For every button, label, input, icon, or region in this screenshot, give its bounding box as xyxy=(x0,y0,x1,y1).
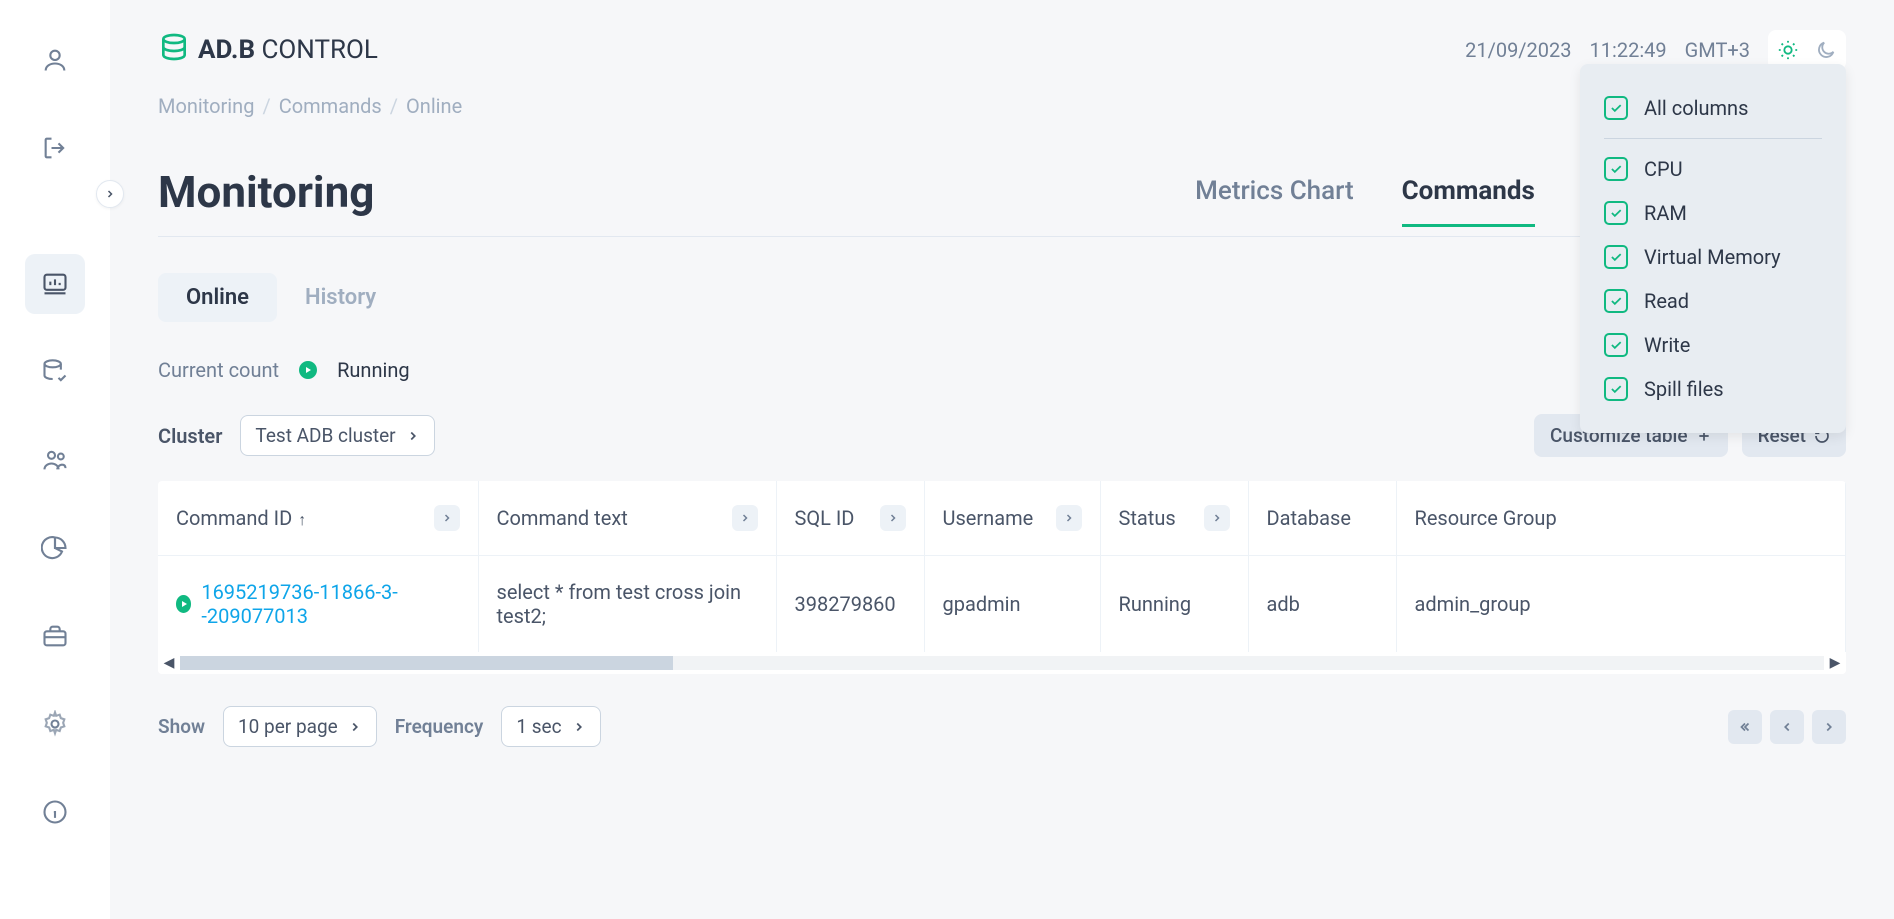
row-running-icon xyxy=(176,595,191,613)
col-command-id[interactable]: Command ID xyxy=(176,506,292,530)
page-first-button[interactable] xyxy=(1728,710,1762,744)
chevron-right-icon xyxy=(572,720,586,734)
cluster-label: Cluster xyxy=(158,424,222,448)
sidebar-reports[interactable] xyxy=(25,518,85,578)
logo-text-a: AD.B xyxy=(198,35,255,65)
scroll-left-icon[interactable]: ◀ xyxy=(158,652,180,674)
sidebar-users[interactable] xyxy=(25,430,85,490)
cell-username: gpadmin xyxy=(924,556,1100,653)
cell-database: adb xyxy=(1248,556,1396,653)
subtab-online[interactable]: Online xyxy=(158,273,277,322)
cluster-selector[interactable]: Test ADB cluster xyxy=(240,415,434,456)
sort-asc-icon: ↑ xyxy=(298,510,306,529)
chevron-right-icon xyxy=(348,720,362,734)
popover-spill-files[interactable]: Spill files xyxy=(1604,367,1822,411)
col-menu-command-id[interactable] xyxy=(434,505,460,531)
col-menu-status[interactable] xyxy=(1204,505,1230,531)
theme-light-button[interactable] xyxy=(1772,34,1804,66)
popover-read[interactable]: Read xyxy=(1604,279,1822,323)
commands-table: Command ID ↑ Command text xyxy=(158,481,1846,674)
sidebar-database[interactable] xyxy=(25,342,85,402)
command-id-link[interactable]: 1695219736-11866-3--209077013 xyxy=(201,580,459,628)
columns-popover: All columns CPU RAM Virtual Memory Read xyxy=(1580,64,1846,433)
sidebar-logout[interactable] xyxy=(25,118,85,178)
logo-icon xyxy=(158,31,190,70)
pagination xyxy=(1728,710,1846,744)
checkbox-checked-icon xyxy=(1604,201,1628,225)
checkbox-checked-icon xyxy=(1604,96,1628,120)
popover-cpu[interactable]: CPU xyxy=(1604,147,1822,191)
col-database[interactable]: Database xyxy=(1267,506,1351,530)
theme-dark-button[interactable] xyxy=(1810,34,1842,66)
col-username[interactable]: Username xyxy=(943,506,1034,530)
header-date: 21/09/2023 xyxy=(1465,38,1571,62)
page-next-button[interactable] xyxy=(1812,710,1846,744)
page-size-selector[interactable]: 10 per page xyxy=(223,706,377,747)
col-menu-username[interactable] xyxy=(1056,505,1082,531)
chevron-right-icon xyxy=(406,429,420,443)
cluster-value: Test ADB cluster xyxy=(255,424,395,447)
checkbox-checked-icon xyxy=(1604,245,1628,269)
sidebar-info[interactable] xyxy=(25,782,85,842)
popover-ram[interactable]: RAM xyxy=(1604,191,1822,235)
header-timezone: GMT+3 xyxy=(1685,38,1750,62)
cell-resource-group: admin_group xyxy=(1396,556,1846,653)
col-resource-group[interactable]: Resource Group xyxy=(1415,506,1557,530)
page-prev-button[interactable] xyxy=(1770,710,1804,744)
breadcrumb-2[interactable]: Online xyxy=(406,94,462,118)
breadcrumb-1[interactable]: Commands xyxy=(279,94,382,118)
cell-status: Running xyxy=(1100,556,1248,653)
checkbox-checked-icon xyxy=(1604,157,1628,181)
sidebar-settings[interactable] xyxy=(25,694,85,754)
breadcrumb-0[interactable]: Monitoring xyxy=(158,94,254,118)
sidebar xyxy=(0,0,110,919)
subtab-history[interactable]: History xyxy=(277,273,404,322)
col-command-text[interactable]: Command text xyxy=(497,506,628,530)
tab-commands[interactable]: Commands xyxy=(1402,176,1535,227)
scroll-right-icon[interactable]: ▶ xyxy=(1824,652,1846,674)
status-value: Running xyxy=(337,358,410,382)
popover-write[interactable]: Write xyxy=(1604,323,1822,367)
table-row: 1695219736-11866-3--209077013 select * f… xyxy=(158,556,1846,653)
cell-command-text: select * from test cross join test2; xyxy=(478,556,776,653)
show-label: Show xyxy=(158,715,205,738)
header-time: 11:22:49 xyxy=(1590,38,1667,62)
col-menu-sql-id[interactable] xyxy=(880,505,906,531)
checkbox-checked-icon xyxy=(1604,377,1628,401)
checkbox-checked-icon xyxy=(1604,333,1628,357)
frequency-selector[interactable]: 1 sec xyxy=(501,706,600,747)
col-status[interactable]: Status xyxy=(1119,506,1176,530)
popover-virtual-memory[interactable]: Virtual Memory xyxy=(1604,235,1822,279)
cell-sql-id: 398279860 xyxy=(776,556,924,653)
checkbox-checked-icon xyxy=(1604,289,1628,313)
logo: AD.B CONTROL xyxy=(158,31,378,70)
col-sql-id[interactable]: SQL ID xyxy=(795,506,855,530)
status-running-icon xyxy=(299,361,317,379)
sidebar-user[interactable] xyxy=(25,30,85,90)
tab-metrics-chart[interactable]: Metrics Chart xyxy=(1195,176,1353,227)
status-label: Current count xyxy=(158,358,279,382)
col-menu-command-text[interactable] xyxy=(732,505,758,531)
logo-text-b: CONTROL xyxy=(262,35,378,65)
frequency-label: Frequency xyxy=(395,715,484,738)
page-title: Monitoring xyxy=(158,166,374,236)
popover-all-columns[interactable]: All columns xyxy=(1604,86,1822,130)
main-content: AD.B CONTROL 21/09/2023 11:22:49 GMT+3 M… xyxy=(110,0,1894,919)
sidebar-jobs[interactable] xyxy=(25,606,85,666)
sidebar-monitoring[interactable] xyxy=(25,254,85,314)
horizontal-scrollbar[interactable]: ◀ ▶ xyxy=(158,652,1846,674)
